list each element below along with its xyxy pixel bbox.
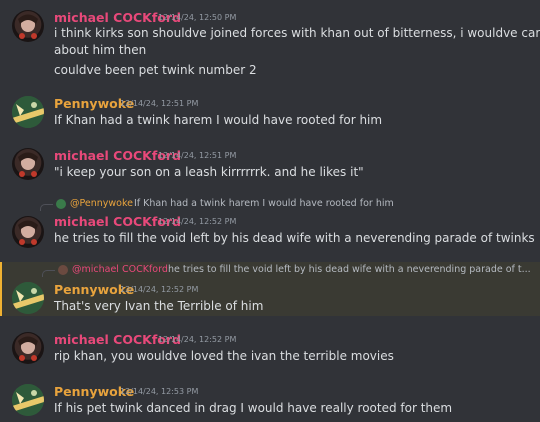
reply-preview[interactable]: @Pennywoke If Khan had a twink harem I w… — [40, 198, 520, 212]
avatar[interactable] — [12, 332, 44, 364]
message: @Pennywoke If Khan had a twink harem I w… — [0, 194, 540, 254]
timestamp: 12/14/24, 12:52 PM — [120, 285, 199, 294]
message-text: couldve been pet twink number 2 — [54, 63, 257, 77]
message-text: "i keep your son on a leash kirrrrrrk. a… — [54, 165, 364, 179]
reply-text[interactable]: If Khan had a twink harem I would have r… — [134, 198, 394, 209]
reply-author[interactable]: @Pennywoke — [70, 198, 133, 209]
message: Pennywoke 12/14/24, 12:51 PM If Khan had… — [0, 90, 540, 134]
avatar[interactable] — [12, 384, 44, 416]
message: michael COCKford 12/14/24, 12:52 PM rip … — [0, 326, 540, 370]
timestamp: 12/14/24, 12:52 PM — [158, 217, 237, 226]
reply-preview[interactable]: @michael COCKford he tries to fill the v… — [42, 264, 531, 278]
timestamp: 12/14/24, 12:50 PM — [158, 13, 237, 22]
reply-text[interactable]: he tries to fill the void left by his de… — [168, 264, 531, 275]
message: michael COCKford 12/14/24, 12:51 PM "i k… — [0, 142, 540, 186]
message-text: he tries to fill the void left by his de… — [54, 231, 535, 245]
timestamp: 12/14/24, 12:51 PM — [120, 99, 199, 108]
message-text: i think kirks son shouldve joined forces… — [54, 26, 540, 40]
avatar[interactable] — [12, 10, 44, 42]
timestamp: 12/14/24, 12:51 PM — [158, 151, 237, 160]
reply-spine — [42, 270, 55, 277]
reply-author[interactable]: @michael COCKford — [72, 264, 168, 275]
message: michael COCKford 12/14/24, 12:50 PM i th… — [0, 0, 540, 82]
avatar[interactable] — [12, 148, 44, 180]
message-text: rip khan, you wouldve loved the ivan the… — [54, 349, 394, 363]
timestamp: 12/14/24, 12:53 PM — [120, 387, 199, 396]
message-text: about him then — [54, 43, 147, 57]
message: Pennywoke 12/14/24, 12:53 PM If his pet … — [0, 378, 540, 422]
avatar[interactable] — [12, 96, 44, 128]
reply-avatar — [58, 265, 68, 275]
reply-avatar — [56, 199, 66, 209]
message-text: If his pet twink danced in drag I would … — [54, 401, 453, 415]
message-highlighted: @michael COCKford he tries to fill the v… — [0, 262, 540, 316]
reply-spine — [40, 204, 53, 211]
message-text: That's very Ivan the Terrible of him — [54, 299, 264, 313]
avatar[interactable] — [12, 216, 44, 248]
timestamp: 12/14/24, 12:52 PM — [158, 335, 237, 344]
message-text: If Khan had a twink harem I would have r… — [54, 113, 383, 127]
avatar[interactable] — [12, 282, 44, 314]
